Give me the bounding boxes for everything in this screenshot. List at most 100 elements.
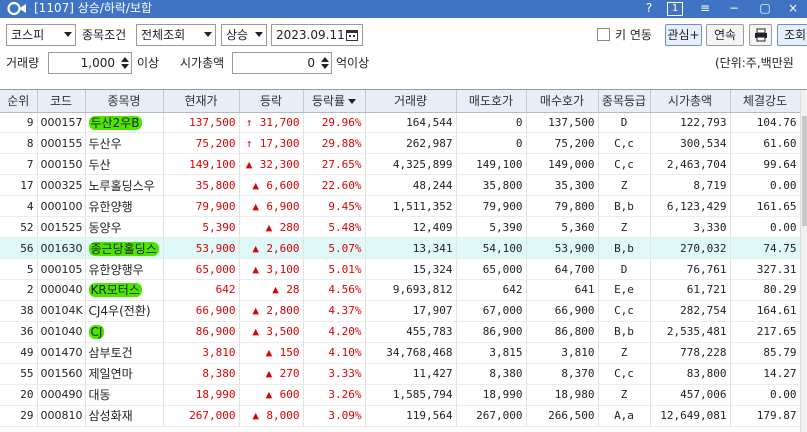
grade-value: B,b bbox=[614, 241, 634, 255]
change-value: 8,000 bbox=[266, 409, 300, 423]
table-row[interactable]: 38 00104K CJ4우(전환) 66,900 ▲ 2,800 4.37% 17,907 6… bbox=[0, 300, 801, 322]
cell-rate: 4.10% bbox=[303, 342, 366, 364]
spin-down-icon[interactable] bbox=[121, 64, 129, 69]
rank-value: 52 bbox=[20, 220, 34, 234]
table-row[interactable]: 2 000040 KR모터스 642 ▲ 28 4.56% 9,693,812 642 641 E,… bbox=[0, 279, 801, 301]
continuous-button[interactable]: 연속 bbox=[706, 24, 744, 46]
bid-value: 79,800 bbox=[554, 199, 595, 213]
cell-change: ▲ 270 bbox=[239, 363, 304, 385]
calendar-icon[interactable] bbox=[346, 29, 358, 41]
name-value: 유한양행 bbox=[88, 199, 133, 214]
code-value: 000100 bbox=[40, 199, 83, 213]
column-header[interactable]: 순위 bbox=[0, 90, 38, 113]
menu-icon[interactable]: ≡ bbox=[697, 1, 713, 16]
spin-down-icon[interactable] bbox=[321, 64, 329, 69]
column-header[interactable]: 등락 bbox=[239, 90, 304, 113]
help-button[interactable]: ? bbox=[641, 1, 657, 16]
cell-name: 대동 bbox=[85, 384, 164, 406]
cell-change: ▲ 600 bbox=[239, 384, 304, 406]
vertical-scrollbar[interactable] bbox=[800, 90, 807, 432]
table-row[interactable]: 49 001470 삼부토건 3,810 ▲ 150 4.10% 34,768,468 3,81… bbox=[0, 342, 801, 364]
table-row[interactable]: 52 001525 동양우 5,390 ▲ 280 5.48% 12,409 5,390 5,36… bbox=[0, 216, 801, 239]
volume-value: 1,000 bbox=[80, 56, 115, 70]
cell-code: 000490 bbox=[37, 384, 86, 406]
bid-value: 3,810 bbox=[561, 346, 595, 360]
interest-add-button[interactable]: 관심+ bbox=[665, 24, 702, 46]
column-header[interactable]: 시가총액 bbox=[650, 90, 731, 113]
query-button[interactable]: 조회 bbox=[777, 24, 807, 46]
code-value: 00104K bbox=[40, 304, 83, 318]
table-row[interactable]: 7 000150 두산 149,100 ▲ 32,300 27.65% 4,325,899 14… bbox=[0, 153, 801, 176]
cell-volume: 4,325,899 bbox=[365, 153, 457, 176]
column-header[interactable]: 현재가 bbox=[163, 90, 240, 113]
table-row[interactable]: 29 000810 삼성화재 267,000 ▲ 8,000 3.09% 119,564 267… bbox=[0, 405, 801, 427]
cell-rate: 5.48% bbox=[303, 216, 366, 239]
cell-volume: 262,987 bbox=[365, 132, 457, 155]
table-row[interactable]: 20 000490 대동 18,990 ▲ 600 3.26% 1,585,794 18,990… bbox=[0, 384, 801, 406]
mcap-value: 2,463,704 bbox=[666, 157, 727, 171]
price-value: 5,390 bbox=[202, 220, 236, 234]
column-header[interactable]: 거래량 bbox=[365, 90, 457, 113]
column-header[interactable]: 종목등급 bbox=[598, 90, 651, 113]
cell-price: 149,100 bbox=[163, 153, 240, 176]
code-value: 000325 bbox=[40, 178, 83, 192]
rank-value: 7 bbox=[26, 157, 34, 171]
table-row[interactable]: 9 000157 두산2우B 137,500 ↑ 31,700 29.96% 164,544 0… bbox=[0, 112, 801, 134]
upper-limit-arrow-icon: ↑ bbox=[245, 115, 253, 129]
date-value: 2023.09.11 bbox=[276, 28, 345, 42]
cell-code: 000100 bbox=[37, 195, 86, 218]
table-row[interactable]: 5 000105 유한양행우 65,000 ▲ 3,100 5.01% 15,324 65,00… bbox=[0, 258, 801, 280]
mcap-value: 83,800 bbox=[686, 367, 727, 381]
up-triangle-icon: ▲ bbox=[245, 157, 253, 171]
date-input[interactable]: 2023.09.11 bbox=[271, 24, 363, 46]
restore-button[interactable]: ▢ bbox=[757, 1, 773, 16]
bid-value: 641 bbox=[574, 283, 595, 297]
bid-value: 64,700 bbox=[554, 262, 595, 276]
condition-select[interactable]: 전체조회 bbox=[136, 24, 216, 46]
bid-value: 66,900 bbox=[554, 304, 595, 318]
name-value: 종근당홀딩스 bbox=[88, 241, 159, 256]
cell-rank: 52 bbox=[0, 216, 38, 239]
print-button[interactable] bbox=[749, 24, 772, 46]
scrollbar-thumb[interactable] bbox=[802, 116, 807, 226]
cell-volume: 9,693,812 bbox=[365, 279, 457, 301]
close-button[interactable]: × bbox=[785, 1, 801, 16]
column-header[interactable]: 체결강도 bbox=[730, 90, 801, 113]
cell-price: 75,200 bbox=[163, 132, 240, 155]
column-header[interactable]: 매도호가 bbox=[456, 90, 527, 113]
market-select[interactable]: 코스피 bbox=[6, 24, 76, 46]
grade-value: E,e bbox=[614, 283, 634, 297]
table-row[interactable]: 56 001630 종근당홀딩스 53,900 ▲ 2,600 5.07% 13,341 54,… bbox=[0, 237, 801, 260]
volume-value: 164,544 bbox=[406, 115, 453, 129]
minimize-button[interactable]: − bbox=[726, 1, 742, 16]
cell-ask: 86,900 bbox=[456, 321, 527, 343]
table-row[interactable]: 17 000325 노루홀딩스우 35,800 ▲ 6,600 22.60% 48,244 35… bbox=[0, 174, 801, 197]
column-header[interactable]: 코드 bbox=[37, 90, 86, 113]
table-row[interactable]: 8 000155 두산우 75,200 ↑ 17,300 29.88% 262,987 0 75,… bbox=[0, 132, 801, 155]
spin-up-icon[interactable] bbox=[321, 57, 329, 62]
spin-up-icon[interactable] bbox=[121, 57, 129, 62]
table-row[interactable]: 36 001040 CJ 86,900 ▲ 3,500 4.20% 455,783 86,900… bbox=[0, 321, 801, 343]
cell-grade: Z bbox=[598, 342, 651, 364]
cell-name: 두산 bbox=[85, 153, 164, 176]
ask-value: 0 bbox=[515, 115, 523, 129]
page-number-button[interactable]: 1 bbox=[667, 2, 683, 16]
cell-strength: 74.75 bbox=[730, 237, 801, 260]
column-header-label: 등락률 bbox=[311, 94, 346, 109]
rank-value: 49 bbox=[20, 346, 34, 360]
mcap-value: 3,330 bbox=[693, 220, 727, 234]
cell-price: 137,500 bbox=[163, 112, 240, 134]
cell-code: 001560 bbox=[37, 363, 86, 385]
volume-input[interactable]: 1,000 bbox=[48, 52, 132, 74]
mcap-input[interactable]: 0 bbox=[232, 52, 332, 74]
column-header[interactable]: 종목명 bbox=[85, 90, 164, 113]
key-link-checkbox[interactable] bbox=[597, 28, 610, 41]
rate-value: 3.09% bbox=[328, 409, 362, 423]
direction-select[interactable]: 상승 bbox=[221, 24, 267, 46]
column-header[interactable]: 등락률 bbox=[303, 90, 366, 113]
column-header[interactable]: 매수호가 bbox=[526, 90, 599, 113]
strength-value: 161.65 bbox=[756, 199, 797, 213]
table-row[interactable]: 55 001560 제일연마 8,380 ▲ 270 3.33% 11,427 8,380 8,3… bbox=[0, 363, 801, 385]
table-row[interactable]: 4 000100 유한양행 79,900 ▲ 6,900 9.45% 1,511,352 79,… bbox=[0, 195, 801, 218]
cell-bid: 86,800 bbox=[526, 321, 599, 343]
